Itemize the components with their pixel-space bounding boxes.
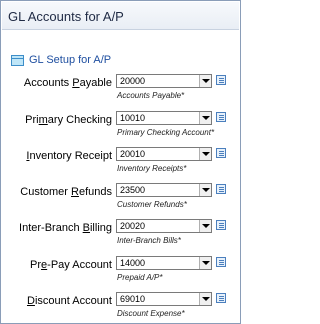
- account-combobox[interactable]: 14000: [116, 256, 212, 270]
- chevron-down-icon[interactable]: [199, 75, 211, 87]
- combobox-value: 20000: [120, 76, 146, 86]
- field-label: Customer Refunds: [20, 186, 112, 198]
- section-header[interactable]: GL Setup for A/P: [11, 53, 211, 69]
- account-description: Primary Checking Account*: [117, 128, 215, 137]
- lookup-list-icon[interactable]: [215, 74, 228, 87]
- label-text: -Pay Account: [47, 259, 112, 271]
- combobox-value: 10010: [120, 113, 146, 123]
- lookup-list-icon[interactable]: [215, 183, 228, 196]
- lookup-list-icon[interactable]: [215, 292, 228, 305]
- label-text: nventory Receipt: [29, 150, 112, 162]
- field-label: Pre-Pay Account: [30, 259, 112, 271]
- field-label: Accounts Payable: [24, 77, 112, 89]
- label-accelerator: B: [82, 222, 90, 234]
- label-accelerator: m: [38, 114, 48, 126]
- field-label: Inter-Branch Billing: [19, 222, 112, 234]
- label-text: illing: [89, 222, 112, 234]
- label-text: ayable: [79, 77, 112, 89]
- field-row-customer-refunds: Customer Refunds 23500 Customer Refunds*: [1, 183, 242, 217]
- label-accelerator: R: [71, 186, 79, 198]
- gl-accounts-window: GL Accounts for A/P GL Setup for A/P Acc…: [0, 0, 241, 324]
- chevron-down-icon[interactable]: [199, 112, 211, 124]
- account-description: Discount Expense*: [117, 309, 185, 318]
- field-row-primary-checking: Primary Checking 10010 Primary Checking …: [1, 111, 242, 145]
- combobox-value: 20010: [120, 149, 146, 159]
- lookup-list-icon[interactable]: [215, 111, 228, 124]
- field-row-pre-pay-account: Pre-Pay Account 14000 Prepaid A/P*: [1, 256, 242, 290]
- account-description: Inter-Branch Bills*: [117, 236, 181, 245]
- label-text: Pri: [25, 114, 39, 126]
- chevron-down-icon[interactable]: [199, 293, 211, 305]
- account-combobox[interactable]: 10010: [116, 111, 212, 125]
- combobox-value: 23500: [120, 185, 146, 195]
- account-combobox[interactable]: 20020: [116, 219, 212, 233]
- label-text: ary Checking: [47, 114, 112, 126]
- label-text: Customer: [20, 186, 72, 198]
- account-combobox[interactable]: 20000: [116, 74, 212, 88]
- field-row-inter-branch-billing: Inter-Branch Billing 20020 Inter-Branch …: [1, 219, 242, 253]
- window-title: GL Accounts for A/P: [8, 9, 124, 24]
- label-text: iscount Account: [34, 295, 112, 307]
- label-text: Accounts: [23, 77, 73, 89]
- section-label: GL Setup for A/P: [29, 54, 112, 66]
- combobox-value: 20020: [120, 221, 146, 231]
- chevron-down-icon[interactable]: [199, 184, 211, 196]
- label-text: Pr: [30, 259, 42, 271]
- lookup-list-icon[interactable]: [215, 256, 228, 269]
- chevron-down-icon[interactable]: [199, 220, 211, 232]
- label-text: efunds: [78, 186, 112, 198]
- chevron-down-icon[interactable]: [199, 148, 211, 160]
- account-combobox[interactable]: 69010: [116, 292, 212, 306]
- label-text: Inter-Branch: [19, 222, 83, 234]
- field-row-accounts-payable: Accounts Payable 20000 Accounts Payable*: [1, 74, 242, 108]
- account-description: Customer Refunds*: [117, 200, 187, 209]
- field-label: Primary Checking: [25, 114, 112, 126]
- combobox-value: 14000: [120, 258, 146, 268]
- account-description: Accounts Payable*: [117, 91, 185, 100]
- label-accelerator: D: [26, 295, 35, 307]
- lookup-list-icon[interactable]: [215, 147, 228, 160]
- account-combobox[interactable]: 23500: [116, 183, 212, 197]
- label-accelerator: P: [72, 77, 80, 89]
- chevron-down-icon[interactable]: [199, 257, 211, 269]
- form-section-icon: [11, 55, 24, 66]
- field-row-discount-account: Discount Account 69010 Discount Expense*: [1, 292, 242, 324]
- field-label: Inventory Receipt: [26, 150, 112, 162]
- account-description: Prepaid A/P*: [117, 273, 163, 282]
- title-bar: GL Accounts for A/P: [2, 2, 239, 30]
- combobox-value: 69010: [120, 294, 146, 304]
- field-label: Discount Account: [27, 295, 112, 307]
- account-combobox[interactable]: 20010: [116, 147, 212, 161]
- lookup-list-icon[interactable]: [215, 219, 228, 232]
- account-description: Inventory Receipts*: [117, 164, 187, 173]
- field-row-inventory-receipt: Inventory Receipt 20010 Inventory Receip…: [1, 147, 242, 181]
